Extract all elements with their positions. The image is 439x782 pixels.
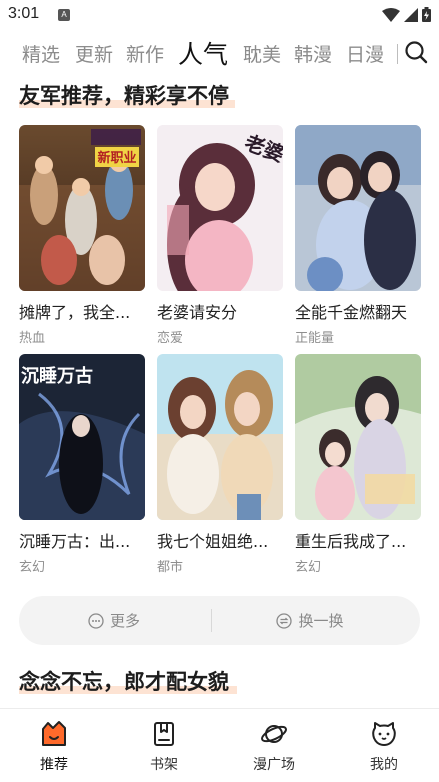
comic-card[interactable]: 我七个姐姐绝... 都市: [157, 354, 283, 575]
cover-art-text: 新职业: [97, 150, 136, 166]
bookshelf-icon: [154, 722, 174, 746]
comic-genre-tag: 正能量: [295, 331, 335, 346]
tab-japanese-comics[interactable]: 日漫: [346, 40, 384, 67]
cover-art-text: 沉睡万古: [21, 365, 93, 387]
nav-comic-plaza[interactable]: 漫广场: [234, 719, 314, 774]
nav-label: 漫广场: [253, 757, 295, 773]
comic-title[interactable]: 重生后我成了...: [295, 528, 421, 552]
search-icon[interactable]: [404, 40, 428, 64]
nav-profile[interactable]: 我的: [344, 719, 424, 774]
category-tabs: 精选 更新 新作 人气 耽美 韩漫 日漫: [0, 32, 439, 72]
tab-divider: [397, 44, 398, 64]
comic-card[interactable]: 老婆 老婆请安分 恋爱: [157, 125, 283, 346]
recommend-icon: [42, 721, 66, 746]
comic-title[interactable]: 全能千金燃翻天: [295, 299, 421, 323]
battery-icon: [422, 7, 431, 22]
nav-label: 我的: [370, 757, 398, 773]
comic-title[interactable]: 老婆请安分: [157, 299, 283, 323]
more-dots-icon: [88, 612, 104, 629]
comic-genre-tag: 都市: [157, 560, 184, 575]
tab-selected-picks[interactable]: 精选: [22, 40, 60, 67]
comic-card[interactable]: 重生后我成了... 玄幻: [295, 354, 421, 575]
profile-icon: [372, 722, 396, 746]
action-divider: [211, 609, 212, 632]
section-title: 念念不忘，郎才配女貌: [19, 666, 237, 696]
comic-cover[interactable]: [157, 354, 283, 520]
status-bar: 3:01 A: [0, 0, 439, 32]
signal-icon: [404, 7, 418, 22]
comic-cover[interactable]: 沉睡万古: [19, 354, 145, 520]
comic-cover[interactable]: [295, 354, 421, 520]
refresh-label: 换一换: [298, 612, 344, 630]
comic-cover[interactable]: 新职业: [19, 125, 145, 291]
comic-genre-tag: 恋爱: [157, 331, 184, 346]
more-button[interactable]: 更多: [19, 596, 209, 645]
tab-korean-comics[interactable]: 韩漫: [294, 40, 332, 67]
section-title: 友军推荐，精彩享不停: [19, 80, 235, 110]
comic-genre-tag: 热血: [19, 331, 46, 346]
comic-card[interactable]: 沉睡万古 沉睡万古：出... 玄幻: [19, 354, 145, 575]
comic-title[interactable]: 我七个姐姐绝...: [157, 528, 283, 552]
nav-label: 推荐: [40, 757, 68, 773]
nav-recommend[interactable]: 推荐: [14, 719, 94, 774]
more-label: 更多: [109, 612, 140, 630]
nav-label: 书架: [150, 757, 178, 773]
tab-updates[interactable]: 更新: [75, 40, 113, 67]
tab-danmei[interactable]: 耽美: [243, 40, 281, 67]
comic-genre-tag: 玄幻: [19, 560, 46, 575]
comic-title[interactable]: 摊牌了，我全...: [19, 299, 145, 323]
tab-new-works[interactable]: 新作: [126, 40, 164, 67]
tab-popular[interactable]: 人气: [178, 35, 228, 71]
section-actions: 更多 换一换: [19, 596, 420, 645]
notification-app-icon: A: [58, 9, 70, 21]
refresh-button[interactable]: 换一换: [215, 596, 405, 645]
comic-card[interactable]: 新职业 摊牌了，我全... 热血: [19, 125, 145, 346]
comic-cover[interactable]: 老婆: [157, 125, 283, 291]
comic-genre-tag: 玄幻: [295, 560, 322, 575]
bottom-navigation: 推荐 书架 漫广场 我的: [0, 708, 439, 782]
planet-icon: [261, 725, 287, 743]
status-time: 3:01: [8, 5, 40, 22]
comic-card[interactable]: 全能千金燃翻天 正能量: [295, 125, 421, 346]
comic-title[interactable]: 沉睡万古：出...: [19, 528, 145, 552]
comic-cover[interactable]: [295, 125, 421, 291]
wifi-icon: [382, 7, 400, 22]
nav-bookshelf[interactable]: 书架: [124, 719, 204, 774]
swap-icon: [276, 612, 293, 629]
